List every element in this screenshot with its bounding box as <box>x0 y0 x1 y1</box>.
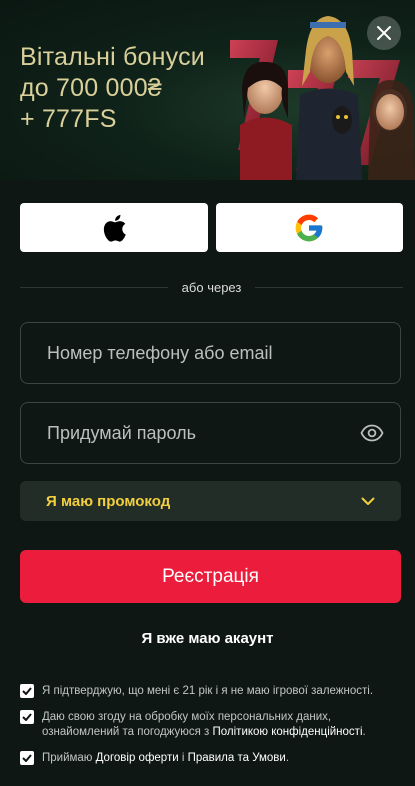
banner-title: Вітальні бонуси до 700 000₴ + 777FS <box>20 42 235 135</box>
offer-agreement-link[interactable]: Договір оферти <box>96 752 179 764</box>
terms-text-b: і <box>178 752 188 764</box>
banner-title-line-2: до 700 000₴ <box>20 74 162 102</box>
terms-text-c: . <box>285 752 290 764</box>
terms-checkbox[interactable] <box>20 751 34 765</box>
privacy-checkbox[interactable] <box>20 710 34 724</box>
apple-icon <box>103 214 126 242</box>
login-link[interactable]: Я вже маю акаунт <box>0 630 415 647</box>
divider-text: або через <box>181 279 242 295</box>
social-login-row <box>20 203 403 252</box>
privacy-text-b: . <box>362 726 366 738</box>
consent-age: Я підтверджую, що мені є 21 рік і я не м… <box>20 684 405 699</box>
terms-text-a: Приймаю <box>42 752 96 764</box>
close-button[interactable] <box>367 16 401 50</box>
password-field[interactable] <box>20 402 401 464</box>
promo-code-label: Я маю промокод <box>46 492 171 510</box>
promo-banner: Вітальні бонуси до 700 000₴ + 777FS <box>0 0 415 180</box>
google-login-button[interactable] <box>215 203 403 252</box>
google-icon <box>295 214 323 241</box>
age-checkbox[interactable] <box>20 684 34 698</box>
eye-icon[interactable] <box>360 424 384 442</box>
promo-code-toggle[interactable]: Я маю промокод <box>20 481 401 521</box>
apple-login-button[interactable] <box>20 203 208 252</box>
register-button[interactable]: Реєстрація <box>20 550 401 603</box>
or-divider: або через <box>20 279 403 295</box>
banner-title-line-3: + 777FS <box>20 105 117 133</box>
privacy-consent-text: Даю свою згоду на обробку моїх персональ… <box>42 710 405 740</box>
banner-title-line-1: Вітальні бонуси <box>20 43 205 71</box>
consent-privacy: Даю свою згоду на обробку моїх персональ… <box>20 710 405 740</box>
phone-email-field[interactable] <box>20 322 401 384</box>
checkmark-icon <box>22 687 32 695</box>
close-icon <box>377 26 391 40</box>
chevron-down-icon <box>361 497 375 505</box>
checkmark-icon <box>22 713 32 721</box>
consent-terms: Приймаю Договір оферти і Правила та Умов… <box>20 751 405 766</box>
phone-email-input[interactable] <box>45 341 384 365</box>
checkmark-icon <box>22 754 32 762</box>
privacy-policy-link[interactable]: Політикою конфіденційності <box>213 726 363 738</box>
divider-line-right <box>255 286 403 288</box>
password-input[interactable] <box>45 421 360 445</box>
age-consent-text: Я підтверджую, що мені є 21 рік і я не м… <box>42 685 374 697</box>
terms-conditions-link[interactable]: Правила та Умови <box>188 752 286 764</box>
terms-consent-text: Приймаю Договір оферти і Правила та Умов… <box>42 751 289 766</box>
divider-line-left <box>20 286 168 288</box>
